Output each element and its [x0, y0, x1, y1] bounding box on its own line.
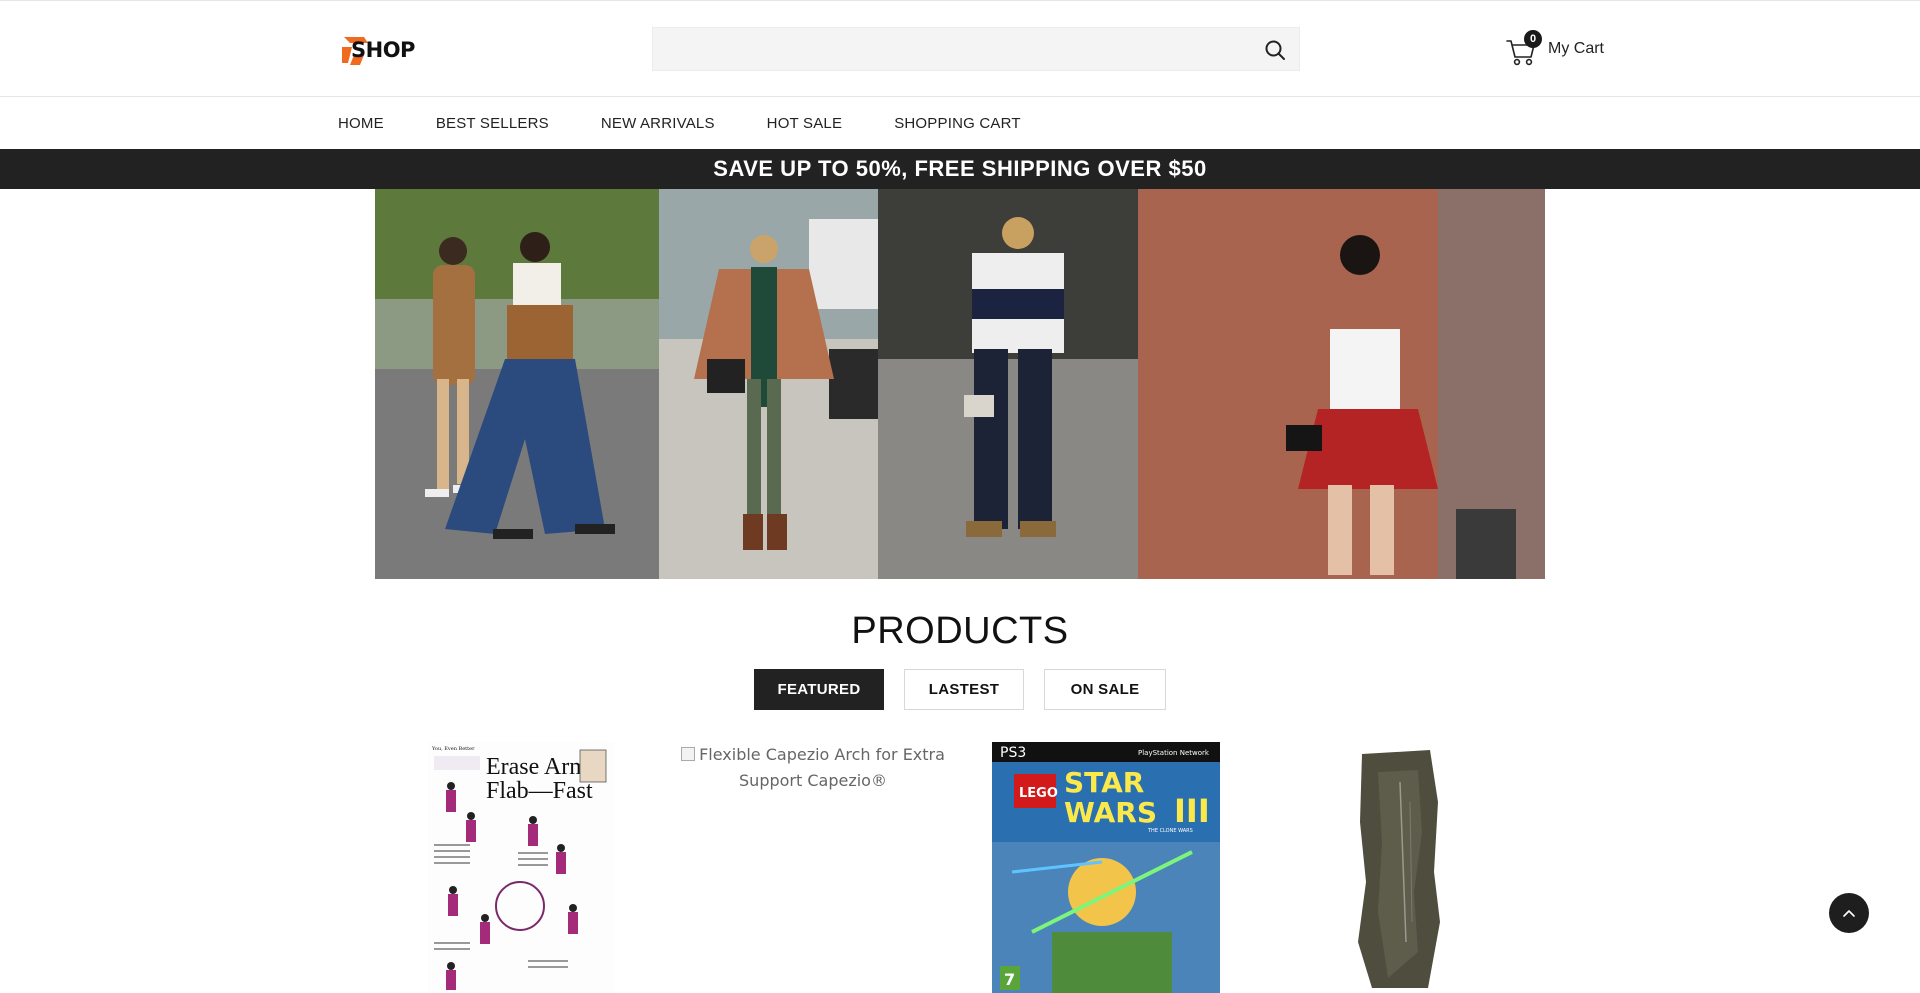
- cart-label: My Cart: [1548, 40, 1604, 57]
- lego-brand: LEGO: [1019, 786, 1058, 801]
- products-heading: PRODUCTS: [851, 610, 1069, 652]
- product-grid: You, Even Better Erase Arm Flab—Fast Fle…: [0, 742, 1920, 993]
- cart-button[interactable]: 0 My Cart: [1506, 29, 1604, 69]
- site-logo[interactable]: SHOP: [340, 33, 415, 67]
- broken-image-icon: [681, 747, 696, 761]
- magazine-kicker: You, Even Better: [431, 746, 475, 752]
- product-image-3: PS3 PlayStation Network LEGO STAR WARS I…: [992, 742, 1220, 993]
- product-card-1[interactable]: You, Even Better Erase Arm Flab—Fast: [428, 742, 614, 993]
- nav-list: HOME BEST SELLERS NEW ARRIVALS HOT SALE …: [338, 97, 1073, 149]
- tab-lastest[interactable]: LASTEST: [904, 669, 1024, 710]
- hero-photo-2: [659, 189, 878, 579]
- hero-photo-3: [878, 189, 1138, 579]
- hero-photo-1: [375, 189, 659, 579]
- magazine-title-line1: Erase Arm: [486, 754, 588, 780]
- product-card-2[interactable]: Flexible Capezio Arch for Extra Support …: [680, 742, 946, 802]
- game-title-numeral: III: [1174, 792, 1210, 830]
- main-nav: HOME BEST SELLERS NEW ARRIVALS HOT SALE …: [0, 97, 1920, 149]
- nav-item-new-arrivals[interactable]: NEW ARRIVALS: [601, 115, 715, 132]
- cart-icon-wrap: 0: [1506, 30, 1542, 66]
- nav-item-home[interactable]: HOME: [338, 115, 384, 132]
- game-title-line2: WARS: [1064, 796, 1157, 829]
- hero-photo-4-illustration: [1138, 189, 1545, 579]
- nav-item-hot-sale[interactable]: HOT SALE: [767, 115, 843, 132]
- tab-featured[interactable]: FEATURED: [754, 669, 884, 710]
- hero-photo-1-illustration: [375, 189, 659, 579]
- psn-label: PlayStation Network: [1138, 749, 1210, 757]
- hero-photo-4: [1138, 189, 1545, 579]
- product-image-4: [1348, 742, 1448, 993]
- pegi-rating: 7: [1004, 970, 1015, 989]
- nav-item-shopping-cart[interactable]: SHOPPING CART: [894, 115, 1021, 132]
- product-image-1: You, Even Better Erase Arm Flab—Fast: [428, 742, 614, 993]
- nav-item-best-sellers[interactable]: BEST SELLERS: [436, 115, 549, 132]
- ps3-platform-label: PS3: [1000, 745, 1026, 761]
- magazine-title-line2: Flab—Fast: [486, 778, 593, 804]
- promo-banner: SAVE UP TO 50%, FREE SHIPPING OVER $50: [0, 149, 1920, 189]
- product-card-4[interactable]: [1348, 742, 1448, 993]
- chevron-up-icon: [1843, 910, 1855, 917]
- logo-text: SHOP: [351, 38, 415, 62]
- product-image-2-alt-text: Flexible Capezio Arch for Extra Support …: [699, 745, 945, 790]
- search-input[interactable]: [653, 28, 1243, 70]
- product-tabs: FEATURED LASTEST ON SALE: [0, 669, 1920, 710]
- search-bar: [652, 27, 1300, 71]
- product-image-2-alt: Flexible Capezio Arch for Extra Support …: [680, 742, 946, 794]
- site-header: SHOP 0 My Cart: [0, 0, 1920, 97]
- product-card-3[interactable]: PS3 PlayStation Network LEGO STAR WARS I…: [992, 742, 1220, 993]
- game-title-line1: STAR: [1064, 766, 1144, 799]
- cart-count-badge: 0: [1524, 30, 1542, 48]
- back-to-top-button[interactable]: [1829, 893, 1869, 933]
- hero-photo-3-illustration: [878, 189, 1138, 579]
- hero-photo-2-illustration: [659, 189, 878, 579]
- game-subtitle: THE CLONE WARS: [1147, 828, 1193, 834]
- search-icon[interactable]: [1263, 38, 1287, 62]
- hero-banner[interactable]: [375, 189, 1545, 579]
- tab-on-sale[interactable]: ON SALE: [1044, 669, 1166, 710]
